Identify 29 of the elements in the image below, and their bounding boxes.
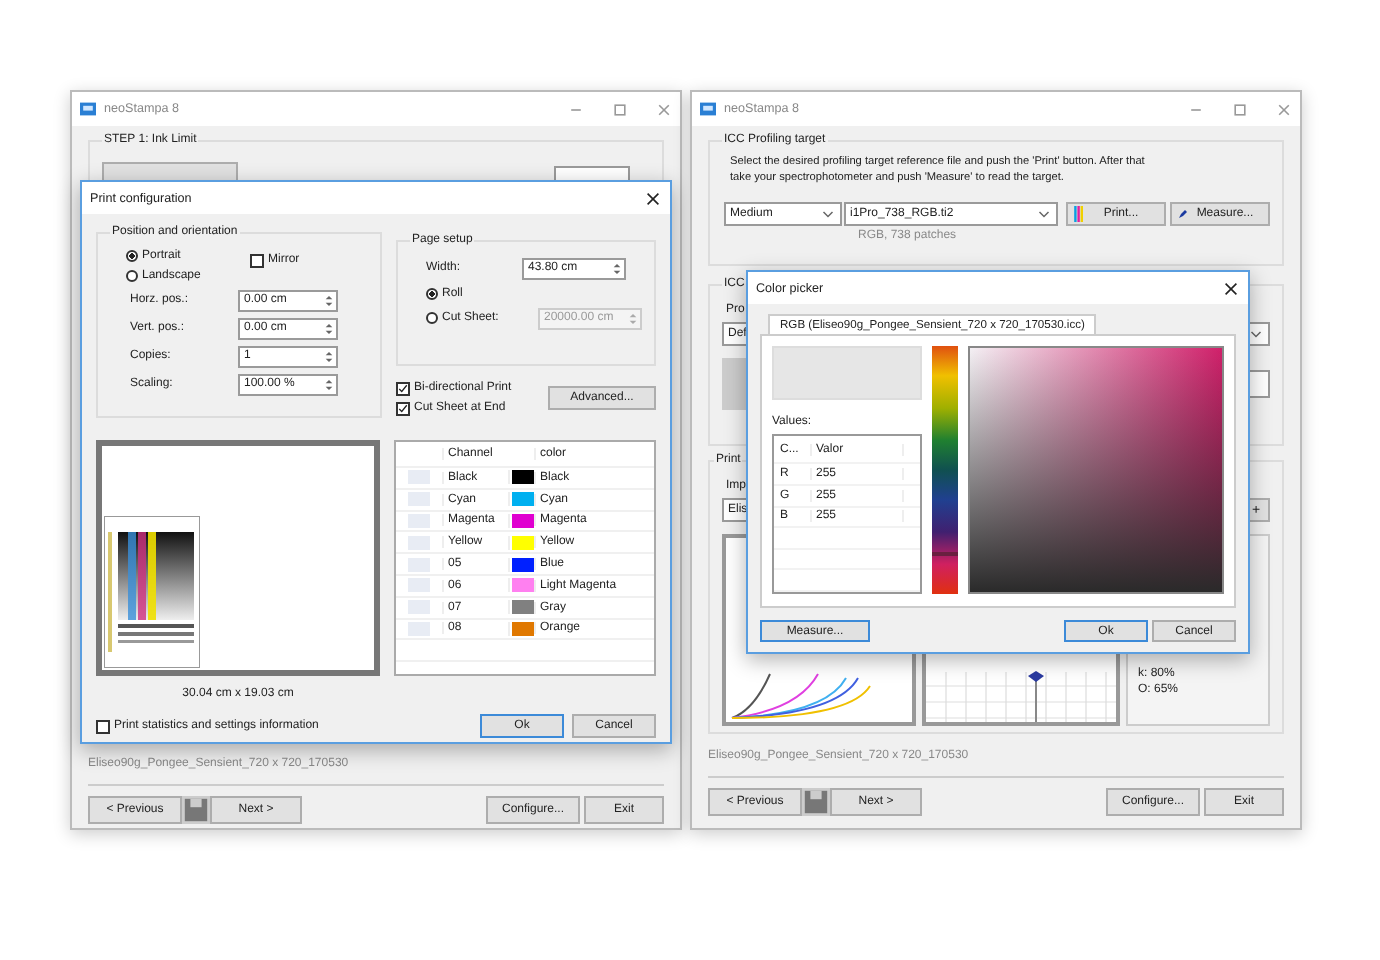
spinner-icon[interactable] [324, 375, 334, 393]
save-icon[interactable] [182, 796, 210, 824]
radio-button[interactable] [126, 250, 138, 262]
checkbox[interactable] [96, 719, 110, 733]
close-icon[interactable] [644, 189, 662, 207]
slider-handle[interactable] [932, 551, 958, 556]
color-bars-icon [1074, 206, 1084, 222]
maximize-icon[interactable] [1232, 101, 1248, 117]
checkbox[interactable] [396, 401, 410, 415]
close-icon[interactable] [1222, 279, 1240, 297]
maximize-icon[interactable] [612, 101, 628, 117]
chevron-down-icon[interactable] [1250, 329, 1262, 339]
radio-button[interactable] [426, 288, 438, 300]
spinner-icon[interactable] [612, 259, 622, 277]
color-field[interactable] [968, 346, 1224, 594]
app-icon [700, 102, 716, 116]
checkbox[interactable] [250, 253, 264, 267]
save-icon[interactable] [802, 788, 830, 816]
spinner-icon[interactable] [324, 291, 334, 309]
checkbox[interactable] [396, 381, 410, 395]
chevron-down-icon[interactable] [822, 209, 834, 219]
pen-icon [1178, 206, 1188, 222]
hue-slider[interactable] [932, 346, 958, 594]
chevron-down-icon[interactable] [1038, 209, 1050, 219]
radio-button[interactable] [426, 312, 438, 324]
app-icon [80, 102, 96, 116]
spinner-icon[interactable] [324, 319, 334, 337]
spinner-icon[interactable] [324, 347, 334, 365]
radio-button[interactable] [126, 270, 138, 282]
